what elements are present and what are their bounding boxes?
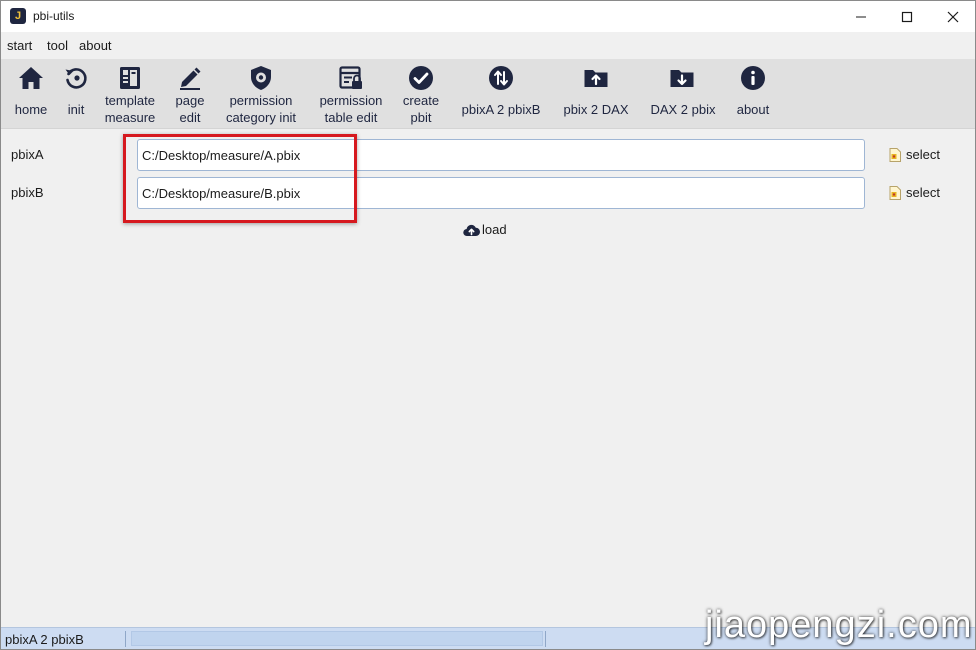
pbixa-label: pbixA bbox=[11, 147, 44, 162]
toolbar-about-label: about bbox=[736, 102, 770, 117]
load-label: load bbox=[482, 222, 507, 237]
close-icon bbox=[947, 11, 959, 22]
toolbar-template-measure-label: template measure bbox=[101, 92, 159, 126]
close-button[interactable] bbox=[930, 1, 975, 32]
pbixb-select-button[interactable]: select bbox=[889, 185, 940, 200]
toolbar-init-button[interactable]: init bbox=[61, 59, 91, 129]
refresh-icon bbox=[63, 65, 89, 91]
pencil-icon bbox=[177, 65, 203, 91]
folder-upload-icon bbox=[583, 65, 609, 91]
toolbar-page-edit-button[interactable]: page edit bbox=[171, 59, 209, 129]
status-text: pbixA 2 pbixB bbox=[5, 632, 84, 647]
menu-bar: start tool about bbox=[1, 33, 975, 59]
toolbar-pbix-2-dax-label: pbix 2 DAX bbox=[563, 102, 629, 117]
toolbar-perm-cat-line2: category init bbox=[225, 110, 297, 125]
pbixb-select-label: select bbox=[906, 185, 940, 200]
toolbar-pbix-2-dax-button[interactable]: pbix 2 DAX bbox=[557, 59, 635, 129]
toolbar-template-line1: template bbox=[105, 93, 155, 108]
window-title: pbi-utils bbox=[33, 9, 75, 23]
toolbar-create-pbit-label: create pbit bbox=[399, 92, 443, 126]
cloud-upload-icon bbox=[463, 224, 480, 236]
toolbar-pbixa-2-pbixb-label: pbixA 2 pbixB bbox=[461, 102, 541, 117]
toolbar-pbixa-2-pbixb-button[interactable]: pbixA 2 pbixB bbox=[455, 59, 547, 129]
minimize-icon bbox=[856, 16, 866, 17]
info-icon bbox=[740, 65, 766, 91]
toolbar-dax-2-pbix-button[interactable]: DAX 2 pbix bbox=[643, 59, 723, 129]
file-icon bbox=[889, 185, 901, 200]
app-logo-letter: J bbox=[14, 10, 22, 22]
menu-tool[interactable]: tool bbox=[47, 38, 68, 53]
toolbar-perm-cat-line1: permission bbox=[229, 93, 293, 108]
toolbar-dax-2-pbix-label: DAX 2 pbix bbox=[650, 102, 716, 117]
swap-icon bbox=[488, 65, 514, 91]
pbixb-label: pbixB bbox=[11, 185, 44, 200]
maximize-button[interactable] bbox=[884, 1, 930, 32]
home-icon bbox=[18, 65, 44, 91]
toolbar-perm-table-line2: table edit bbox=[324, 110, 378, 125]
toolbar-perm-table-line1: permission bbox=[319, 93, 383, 108]
app-logo-icon: J bbox=[10, 8, 26, 24]
toolbar-home-button[interactable]: home bbox=[11, 59, 51, 129]
toolbar-page-edit-label: page edit bbox=[171, 92, 209, 126]
table-lock-icon bbox=[338, 65, 364, 91]
toolbar-permission-category-label: permission category init bbox=[219, 92, 303, 126]
toolbar-home-label: home bbox=[14, 102, 48, 117]
status-progress-bar bbox=[131, 631, 543, 646]
menu-about[interactable]: about bbox=[79, 38, 112, 53]
title-bar: J pbi-utils bbox=[1, 1, 975, 32]
menu-start[interactable]: start bbox=[7, 38, 32, 53]
status-divider bbox=[125, 631, 126, 647]
toolbar-create-line2: pbit bbox=[410, 110, 432, 125]
toolbar-permission-table-edit-button[interactable]: permission table edit bbox=[313, 59, 389, 129]
pbixa-select-button[interactable]: select bbox=[889, 147, 940, 162]
pbixa-select-label: select bbox=[906, 147, 940, 162]
toolbar-template-line2: measure bbox=[104, 110, 156, 125]
toolbar-page-line1: page bbox=[175, 93, 205, 108]
toolbar-permission-table-label: permission table edit bbox=[313, 92, 389, 126]
toolbar-page-line2: edit bbox=[179, 110, 201, 125]
toolbar-create-line1: create bbox=[402, 93, 440, 108]
toolbar-create-pbit-button[interactable]: create pbit bbox=[399, 59, 443, 129]
toolbar-template-measure-button[interactable]: template measure bbox=[101, 59, 159, 129]
highlight-annotation-box bbox=[123, 134, 357, 223]
file-icon bbox=[889, 147, 901, 162]
load-button[interactable]: load bbox=[463, 222, 507, 237]
toolbar-init-label: init bbox=[67, 102, 85, 117]
folder-download-icon bbox=[669, 65, 695, 91]
maximize-icon bbox=[901, 11, 913, 22]
status-divider bbox=[545, 631, 546, 647]
check-circle-icon bbox=[408, 65, 434, 91]
minimize-button[interactable] bbox=[838, 1, 884, 32]
toolbar-about-button[interactable]: about bbox=[731, 59, 775, 129]
shield-gear-icon bbox=[248, 65, 274, 91]
toolbar-permission-category-init-button[interactable]: permission category init bbox=[219, 59, 303, 129]
app-window: J pbi-utils start tool about home init t… bbox=[0, 0, 976, 650]
watermark-text: jiaopengzi.com bbox=[705, 604, 973, 646]
toolbar: home init template measure page edit permi bbox=[1, 59, 975, 129]
template-icon bbox=[117, 65, 143, 91]
